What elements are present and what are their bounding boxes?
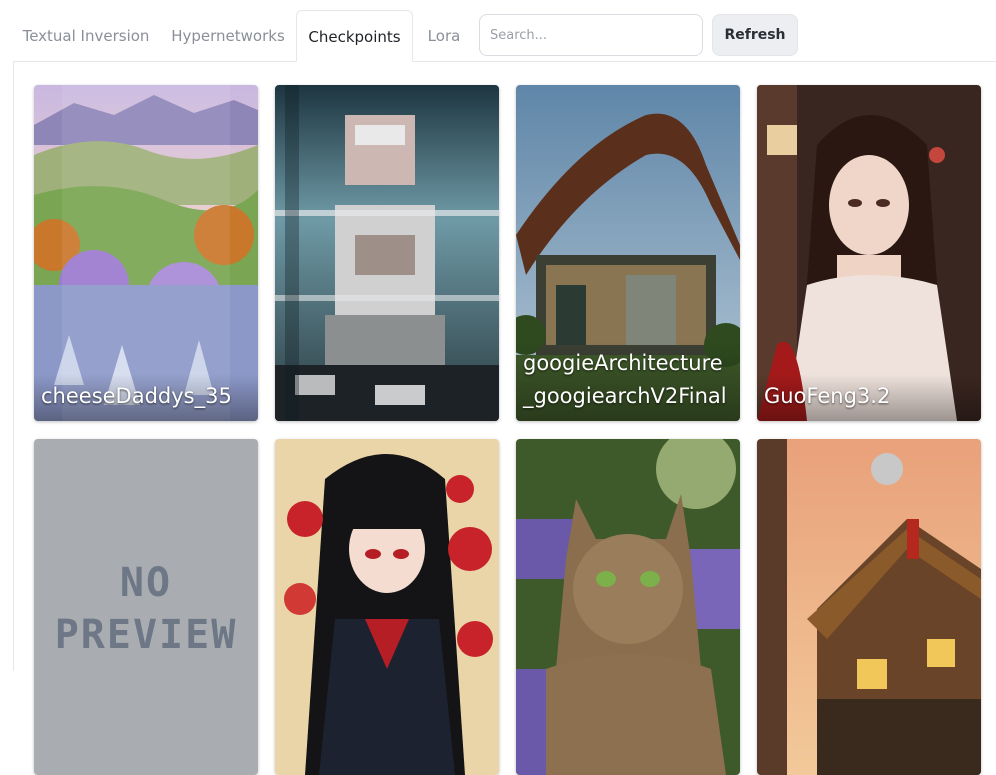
tab-lora[interactable]: Lora	[418, 10, 470, 62]
no-preview-text: NO PREVIEW	[54, 560, 238, 658]
tab-bar: Textual Inversion Hypernetworks Checkpoi…	[0, 0, 996, 62]
checkpoint-card[interactable]	[757, 439, 981, 775]
checkpoint-preview-image	[757, 439, 981, 775]
checkpoint-card[interactable]: cheeseDaddys_35	[34, 85, 258, 421]
checkpoint-preview-image	[34, 85, 258, 421]
checkpoint-preview-image	[757, 85, 981, 421]
checkpoint-card[interactable]	[516, 439, 740, 775]
tab-checkpoints[interactable]: Checkpoints	[296, 10, 413, 62]
checkpoint-card[interactable]	[275, 439, 499, 775]
tab-textual-inversion[interactable]: Textual Inversion	[16, 10, 156, 62]
refresh-button[interactable]: Refresh	[712, 14, 798, 56]
checkpoint-preview-image	[275, 439, 499, 775]
checkpoint-card[interactable]: GuoFeng3.2	[757, 85, 981, 421]
checkpoint-preview-image	[275, 85, 499, 421]
checkpoint-card[interactable]: googieArchitecture_googiearchV2Final	[516, 85, 740, 421]
checkpoint-gallery: cheeseDaddys_35 googieArchitecture_googi…	[13, 61, 996, 775]
checkpoint-name: GuoFeng3.2	[757, 374, 981, 421]
search-input[interactable]	[479, 14, 703, 56]
checkpoint-name: googieArchitecture_googiearchV2Final	[516, 341, 740, 421]
checkpoint-preview-image	[516, 439, 740, 775]
checkpoint-name: cheeseDaddys_35	[34, 374, 258, 421]
tab-hypernetworks[interactable]: Hypernetworks	[164, 10, 292, 62]
checkpoint-card[interactable]: NO PREVIEW	[34, 439, 258, 775]
checkpoint-card[interactable]	[275, 85, 499, 421]
